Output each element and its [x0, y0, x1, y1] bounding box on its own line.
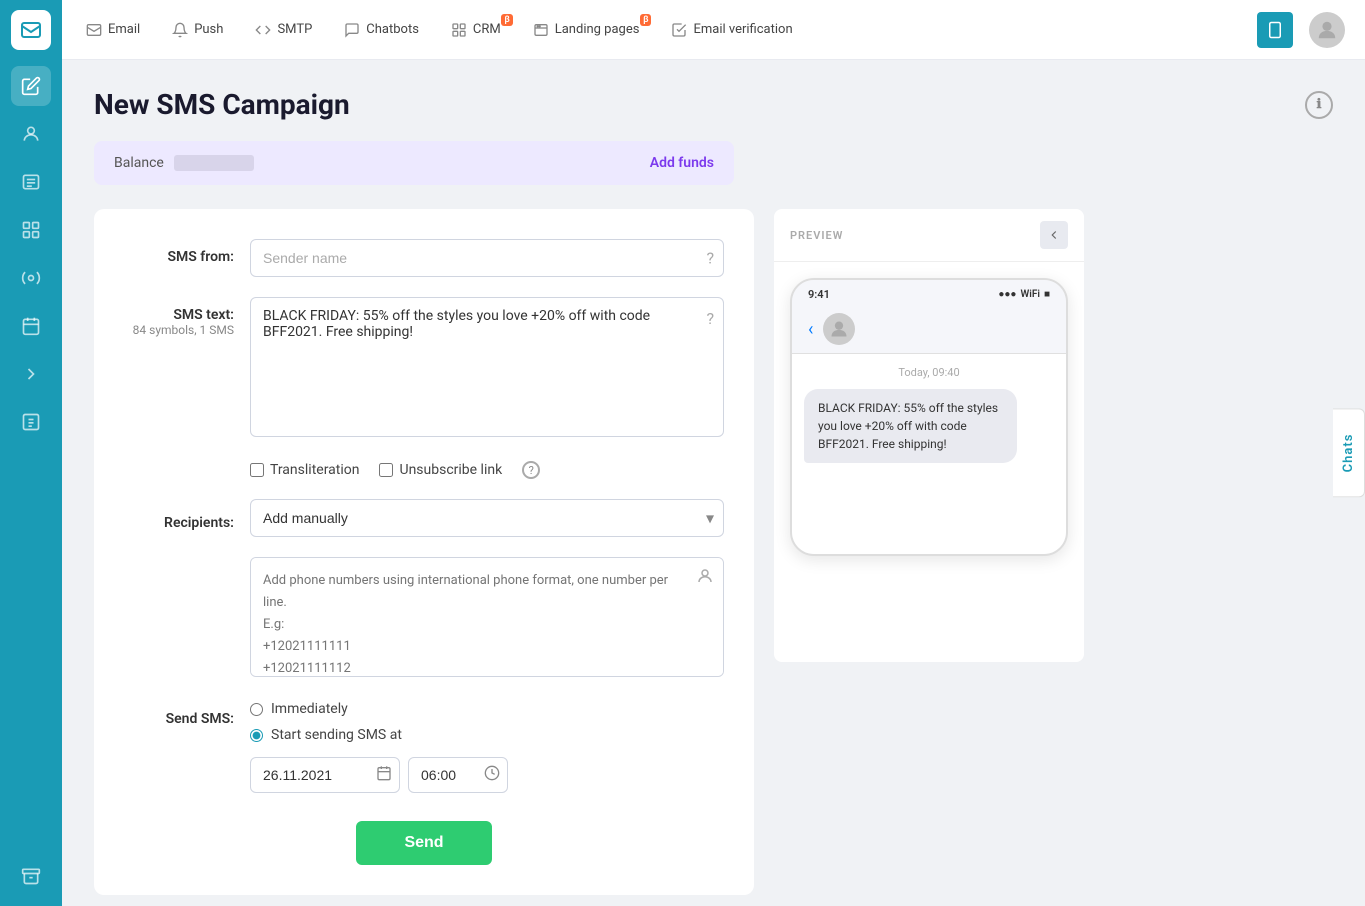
nav-push[interactable]: Push	[168, 16, 227, 44]
user-avatar[interactable]	[1309, 12, 1345, 48]
sms-text-label: SMS text: 84 symbols, 1 SMS	[124, 297, 234, 337]
phone-back-icon[interactable]: ‹	[808, 319, 813, 340]
page-content: New SMS Campaign ℹ Balance Add funds SMS…	[62, 60, 1365, 906]
schedule-option[interactable]: Start sending SMS at	[250, 727, 508, 743]
preview-toggle-btn[interactable]	[1040, 221, 1068, 249]
transliteration-checkbox[interactable]: Transliteration	[250, 462, 359, 478]
sidebar-logo[interactable]	[11, 10, 51, 50]
phone-signal-icons: ●●● WiFi ■	[998, 289, 1050, 300]
clock-icon[interactable]	[484, 765, 500, 785]
sms-from-row: SMS from: ?	[124, 239, 724, 277]
add-funds-link[interactable]: Add funds	[650, 155, 714, 171]
preview-label: PREVIEW	[790, 229, 843, 242]
sms-text-row: SMS text: 84 symbols, 1 SMS BLACK FRIDAY…	[124, 297, 724, 441]
chats-tab[interactable]: Chats	[1333, 409, 1365, 498]
nav-crm[interactable]: CRM β	[447, 16, 505, 44]
nav-right-area	[1257, 12, 1345, 48]
send-options: Immediately Start sending SMS at	[250, 701, 508, 793]
page-title: New SMS Campaign	[94, 88, 350, 121]
immediately-radio[interactable]	[250, 703, 263, 716]
chat-date: Today, 09:40	[804, 366, 1054, 379]
sidebar-item-archive[interactable]	[11, 856, 51, 896]
date-input-wrap	[250, 757, 400, 793]
top-navigation: Email Push SMTP Chatbots CRM β Landing p…	[62, 0, 1365, 60]
sidebar-item-lists[interactable]	[11, 162, 51, 202]
sidebar	[0, 0, 62, 906]
phone-frame: 9:41 ●●● WiFi ■ ‹	[790, 278, 1068, 556]
page-title-row: New SMS Campaign ℹ	[94, 88, 1333, 121]
transliteration-input[interactable]	[250, 463, 264, 477]
sms-text-field-wrap: BLACK FRIDAY: 55% off the styles you lov…	[250, 297, 724, 441]
phone-mockup: 9:41 ●●● WiFi ■ ‹	[774, 262, 1084, 662]
sms-text-textarea[interactable]: BLACK FRIDAY: 55% off the styles you lov…	[250, 297, 724, 437]
sidebar-item-reports[interactable]	[11, 402, 51, 442]
balance-value-blurred	[174, 155, 254, 171]
nav-smtp[interactable]: SMTP	[251, 16, 316, 44]
sidebar-expand-btn[interactable]	[11, 354, 51, 394]
sms-from-label: SMS from:	[124, 239, 234, 265]
nav-email-verification[interactable]: Email verification	[667, 16, 796, 44]
send-button[interactable]: Send	[356, 821, 491, 865]
checkboxes-help-icon[interactable]: ?	[522, 461, 540, 479]
immediately-option[interactable]: Immediately	[250, 701, 508, 717]
recipients-row: Recipients: Add manually From contact li…	[124, 499, 724, 537]
phone-contact-avatar	[823, 313, 855, 345]
phone-chat-area: Today, 09:40 BLACK FRIDAY: 55% off the s…	[792, 354, 1066, 554]
mobile-icon-btn[interactable]	[1257, 12, 1293, 48]
phone-numbers-area	[250, 557, 724, 681]
sms-from-input[interactable]	[250, 239, 724, 277]
sms-symbols-count: 84 symbols, 1 SMS	[124, 323, 234, 337]
balance-label: Balance	[114, 155, 254, 171]
phone-header: ‹	[792, 305, 1066, 354]
phone-contact-icon[interactable]	[696, 567, 714, 589]
sidebar-item-automation[interactable]	[11, 258, 51, 298]
sms-from-help-icon[interactable]: ?	[706, 249, 714, 268]
balance-bar: Balance Add funds	[94, 141, 734, 185]
page-info-icon[interactable]: ℹ	[1305, 91, 1333, 119]
phone-time: 9:41	[808, 288, 830, 301]
checkboxes-row: Transliteration Unsubscribe link ?	[250, 461, 724, 479]
time-input-wrap	[408, 757, 508, 793]
nav-chatbots[interactable]: Chatbots	[340, 16, 423, 44]
main-area: Email Push SMTP Chatbots CRM β Landing p…	[62, 0, 1365, 906]
nav-landing-pages[interactable]: Landing pages β	[529, 16, 644, 44]
phone-status-bar: 9:41 ●●● WiFi ■	[792, 280, 1066, 305]
recipients-select-wrap: Add manually From contact list From segm…	[250, 499, 724, 537]
campaign-form: SMS from: ? SMS text: 84 symbols, 1 SMS …	[94, 209, 754, 895]
unsubscribe-input[interactable]	[379, 463, 393, 477]
send-button-row: Send	[124, 821, 724, 865]
crm-beta-badge: β	[501, 14, 512, 26]
schedule-radio[interactable]	[250, 729, 263, 742]
preview-header: PREVIEW	[774, 209, 1084, 262]
send-sms-label: Send SMS:	[124, 701, 234, 727]
form-preview-container: SMS from: ? SMS text: 84 symbols, 1 SMS …	[94, 209, 1333, 895]
recipients-label: Recipients:	[124, 505, 234, 531]
calendar-icon[interactable]	[376, 765, 392, 785]
nav-email[interactable]: Email	[82, 16, 144, 44]
sidebar-item-compose[interactable]	[11, 66, 51, 106]
date-time-row	[250, 757, 508, 793]
send-sms-row: Send SMS: Immediately Start sending SMS …	[124, 701, 724, 793]
sms-from-field-wrap: ?	[250, 239, 724, 277]
phone-numbers-textarea[interactable]	[250, 557, 724, 677]
preview-panel: PREVIEW 9:41 ●●● WiFi ■	[774, 209, 1084, 662]
recipients-select[interactable]: Add manually From contact list From segm…	[250, 499, 724, 537]
sidebar-item-campaigns[interactable]	[11, 210, 51, 250]
landing-beta-badge: β	[640, 14, 651, 26]
chat-message-bubble: BLACK FRIDAY: 55% off the styles you lov…	[804, 389, 1017, 463]
sms-text-help-icon[interactable]: ?	[706, 309, 714, 328]
sidebar-item-calendar[interactable]	[11, 306, 51, 346]
sidebar-item-contacts[interactable]	[11, 114, 51, 154]
unsubscribe-checkbox[interactable]: Unsubscribe link	[379, 462, 502, 478]
